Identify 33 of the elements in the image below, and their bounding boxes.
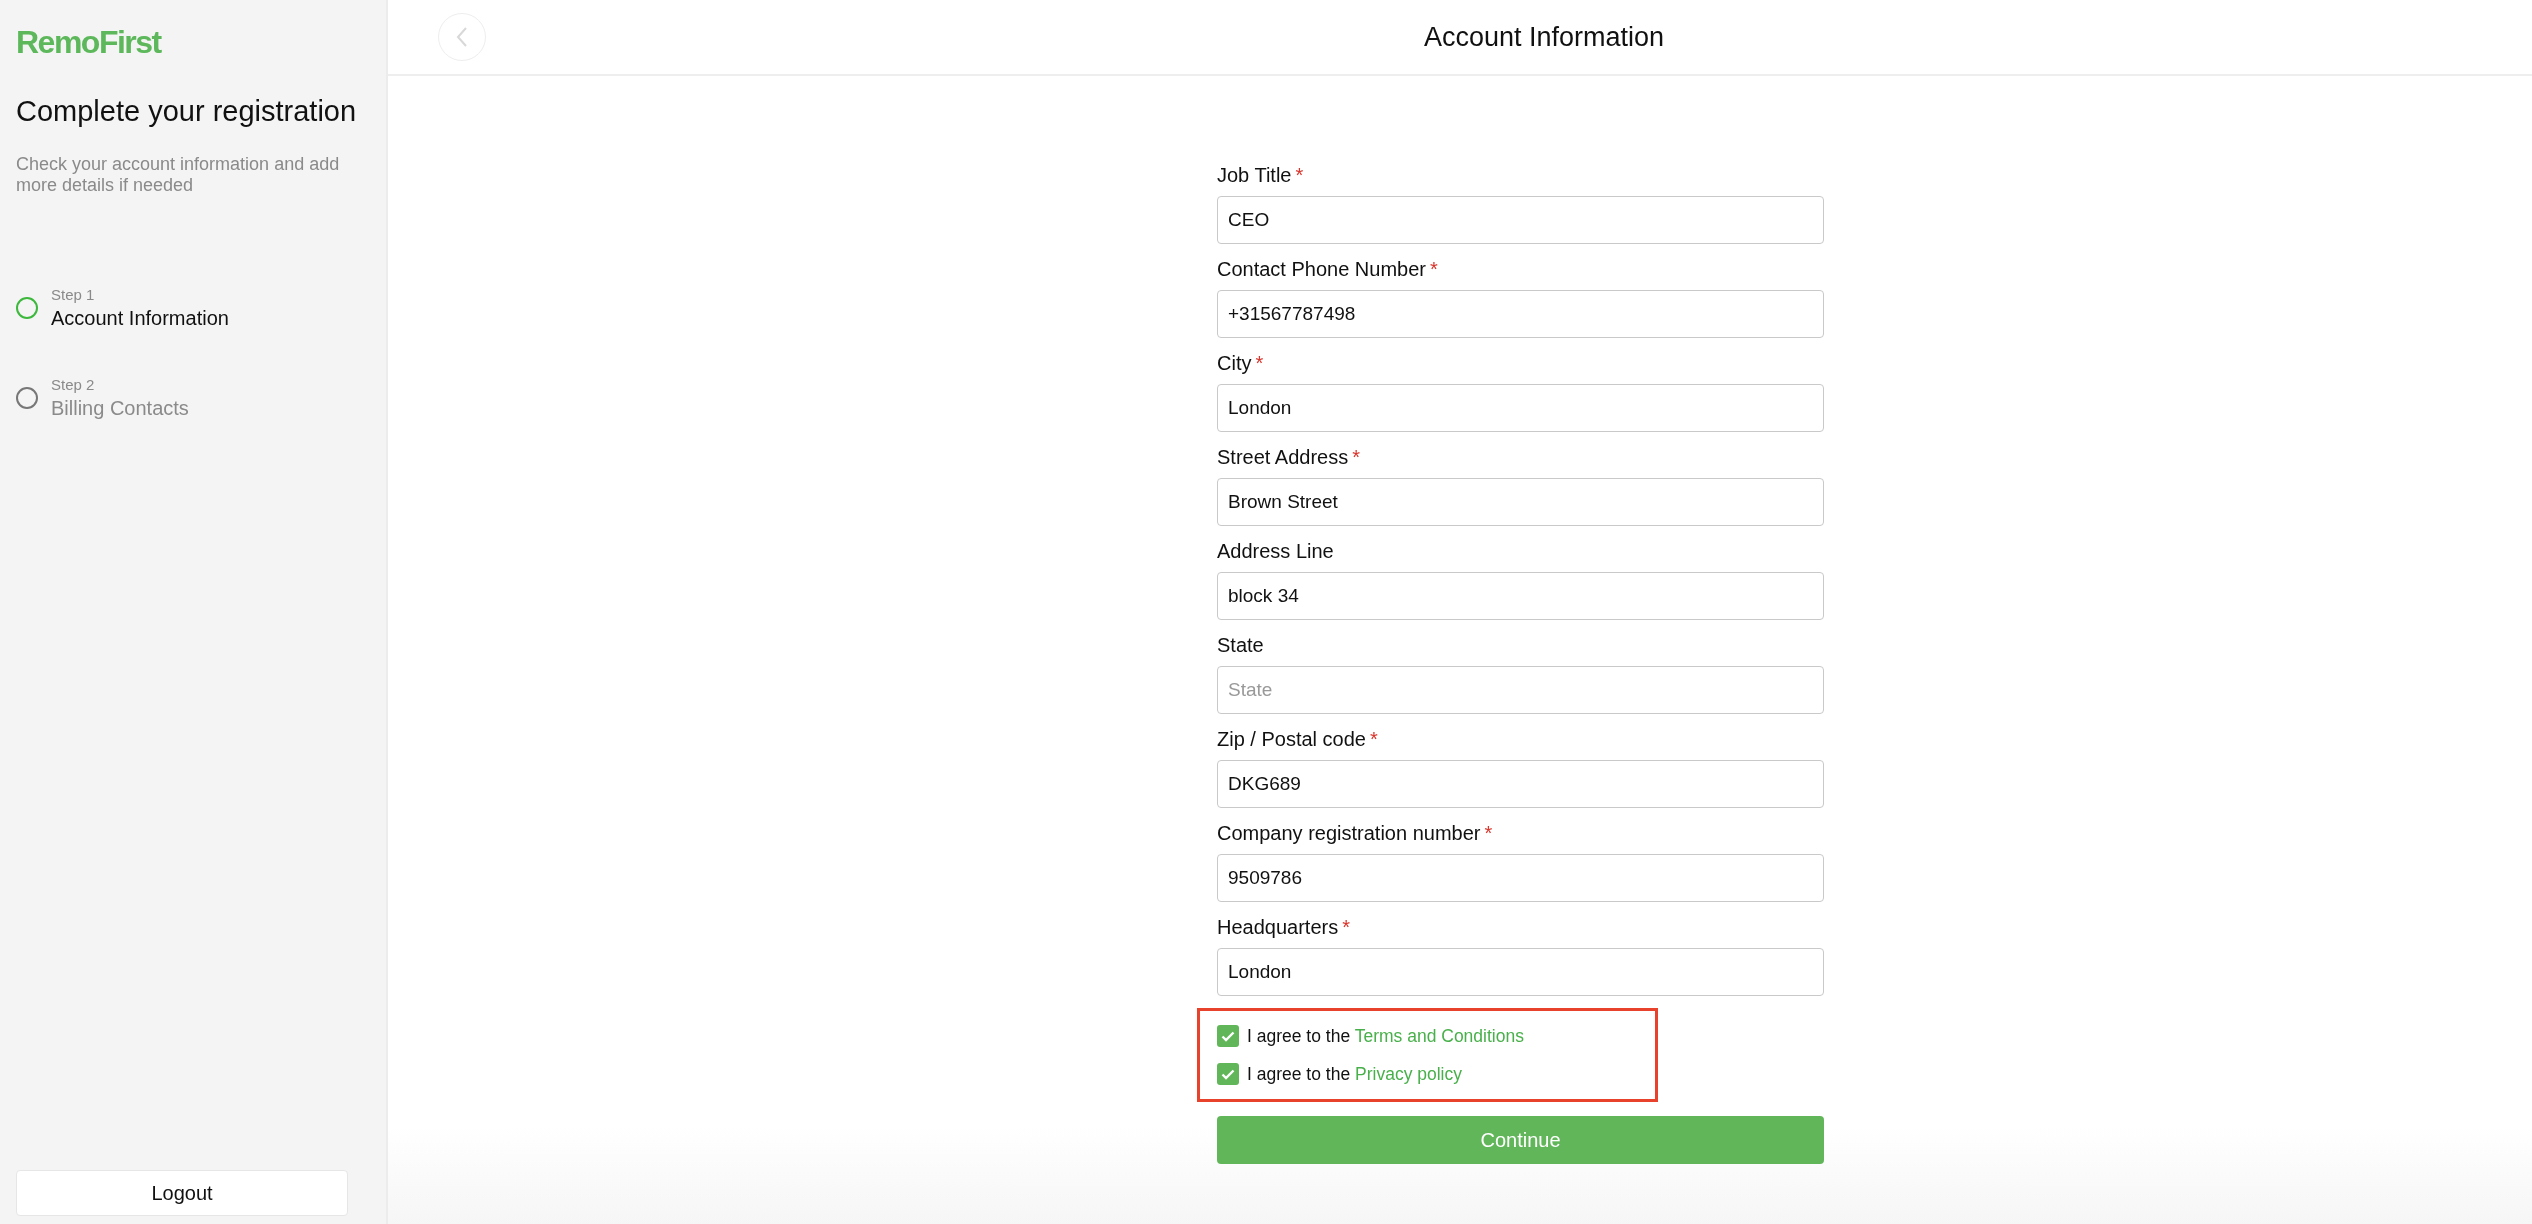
checkmark-icon: [1221, 1068, 1235, 1080]
agreement-text: I agree to the Terms and Conditions: [1247, 1025, 1524, 1047]
checkmark-icon: [1221, 1030, 1235, 1042]
field-label: Job Title *: [1217, 164, 1304, 187]
field-label: Address Line: [1217, 540, 1334, 563]
input-field[interactable]: 9509786: [1217, 854, 1824, 902]
checkbox[interactable]: [1217, 1025, 1239, 1047]
step-number: Step 1: [51, 286, 95, 303]
input-field[interactable]: London: [1217, 384, 1824, 432]
chevron-left-icon: [456, 26, 468, 48]
sidebar-subtitle: Check your account information and add more details if needed: [16, 154, 341, 196]
input-field[interactable]: London: [1217, 948, 1824, 996]
field-label: City *: [1217, 352, 1264, 375]
logo: RemoFirst: [16, 24, 161, 61]
sidebar-title: Complete your registration: [16, 95, 357, 128]
input-field[interactable]: DKG689: [1217, 760, 1824, 808]
input-field[interactable]: block 34: [1217, 572, 1824, 620]
checkbox[interactable]: [1217, 1063, 1239, 1085]
field-label: Headquarters *: [1217, 916, 1350, 939]
field-label: Company registration number *: [1217, 822, 1493, 845]
input-field[interactable]: CEO: [1217, 196, 1824, 244]
field-label: Contact Phone Number *: [1217, 258, 1438, 281]
field-label: Street Address *: [1217, 446, 1360, 469]
agreement-text: I agree to the Privacy policy: [1247, 1063, 1462, 1085]
step-label[interactable]: Account Information: [51, 307, 229, 330]
field-label: Zip / Postal code *: [1217, 728, 1378, 751]
logout-button[interactable]: Logout: [16, 1170, 348, 1216]
input-field[interactable]: Brown Street: [1217, 478, 1824, 526]
input-field[interactable]: +31567787498: [1217, 290, 1824, 338]
field-label: State: [1217, 634, 1264, 657]
step-number: Step 2: [51, 376, 95, 393]
input-field[interactable]: State: [1217, 666, 1824, 714]
page-title: Account Information: [1423, 21, 1665, 53]
